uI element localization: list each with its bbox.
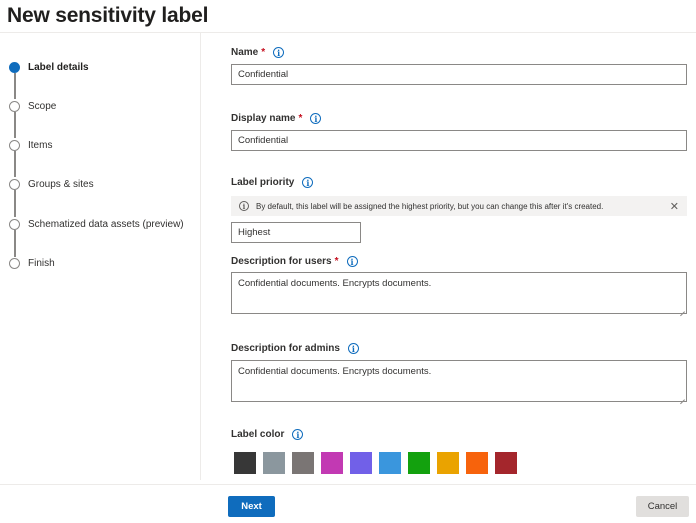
info-icon: i: [239, 201, 249, 211]
priority-info-bar: i By default, this label will be assigne…: [231, 196, 687, 216]
description-admins-label: Description for admins i: [231, 343, 359, 354]
required-marker: *: [261, 47, 266, 58]
label-priority-input[interactable]: [231, 222, 361, 243]
info-icon[interactable]: i: [302, 177, 314, 188]
name-input[interactable]: [231, 64, 687, 85]
color-swatch[interactable]: [495, 452, 517, 474]
color-swatch[interactable]: [321, 452, 343, 474]
color-swatch[interactable]: [263, 452, 285, 474]
description-admins-textarea[interactable]: Confidential documents. Encrypts documen…: [231, 360, 687, 402]
step-connector: [14, 151, 16, 177]
step-items[interactable]: Items: [9, 138, 52, 152]
next-button[interactable]: Next: [228, 496, 275, 517]
required-marker: *: [334, 256, 339, 267]
color-swatch[interactable]: [234, 452, 256, 474]
close-icon[interactable]: ✕: [670, 200, 679, 213]
color-swatch[interactable]: [292, 452, 314, 474]
step-finish[interactable]: Finish: [9, 256, 55, 270]
color-swatch[interactable]: [350, 452, 372, 474]
panel-divider: [200, 33, 201, 480]
footer-divider: [0, 484, 696, 485]
cancel-button[interactable]: Cancel: [636, 496, 689, 517]
name-label: Name * i: [231, 47, 285, 58]
step-label: Label details: [28, 61, 89, 73]
step-label: Groups & sites: [28, 178, 94, 190]
step-connector: [14, 112, 16, 138]
step-label: Finish: [28, 257, 55, 269]
color-swatch[interactable]: [379, 452, 401, 474]
color-swatch[interactable]: [437, 452, 459, 474]
info-icon[interactable]: i: [292, 429, 304, 440]
step-connector: [14, 190, 16, 217]
name-label-text: Name: [231, 47, 259, 58]
label-priority-label: Label priority i: [231, 177, 314, 188]
display-name-label: Display name * i: [231, 113, 322, 124]
info-icon[interactable]: i: [310, 113, 322, 124]
step-dot-icon: [9, 100, 20, 112]
color-swatch[interactable]: [408, 452, 430, 474]
step-dot-icon: [9, 178, 20, 190]
info-icon[interactable]: i: [347, 343, 359, 354]
label-color-label-text: Label color: [231, 429, 285, 440]
priority-info-text: By default, this label will be assigned …: [256, 201, 604, 211]
step-connector: [14, 230, 16, 257]
info-icon[interactable]: i: [346, 256, 358, 267]
step-current-dot-icon: [9, 61, 20, 73]
description-users-label-text: Description for users: [231, 256, 332, 267]
wizard-steps: Label details Scope Items Groups & sites…: [0, 0, 200, 480]
step-dot-icon: [9, 139, 20, 151]
step-label: Schematized data assets (preview): [28, 218, 184, 230]
color-swatch[interactable]: [466, 452, 488, 474]
color-swatches: [234, 452, 524, 474]
description-admins-label-text: Description for admins: [231, 343, 340, 354]
step-label: Items: [28, 139, 53, 151]
step-dot-icon: [9, 218, 20, 230]
step-label: Scope: [28, 100, 57, 112]
step-connector: [14, 73, 16, 99]
step-groups-sites[interactable]: Groups & sites: [9, 177, 94, 191]
description-users-label: Description for users * i: [231, 256, 358, 267]
required-marker: *: [298, 113, 303, 124]
step-schematized-data-assets[interactable]: Schematized data assets (preview): [9, 217, 184, 231]
label-priority-label-text: Label priority: [231, 177, 295, 188]
step-scope[interactable]: Scope: [9, 99, 56, 113]
info-icon[interactable]: i: [273, 47, 285, 58]
step-dot-icon: [9, 257, 20, 269]
display-name-input[interactable]: [231, 130, 687, 151]
label-color-label: Label color i: [231, 429, 304, 440]
display-name-label-text: Display name: [231, 113, 296, 124]
step-label-details[interactable]: Label details: [9, 60, 89, 74]
description-users-textarea[interactable]: Confidential documents. Encrypts documen…: [231, 272, 687, 314]
